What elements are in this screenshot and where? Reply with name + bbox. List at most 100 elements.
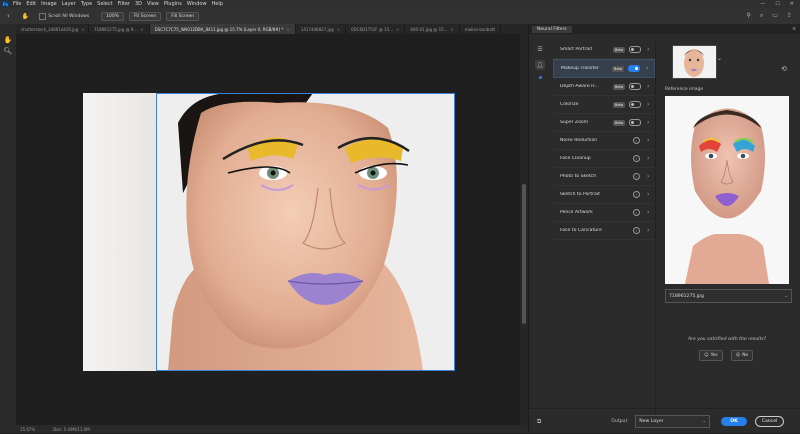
filter-toggle[interactable]	[629, 101, 641, 108]
menu-filter[interactable]: Filter	[118, 1, 130, 7]
info-icon[interactable]: i	[633, 191, 640, 198]
document-tab[interactable]: 1417446827.jpg ×	[296, 24, 347, 34]
fill-screen-button[interactable]: Fill Screen	[166, 11, 200, 21]
close-icon[interactable]: ×	[81, 27, 84, 32]
minimize-button[interactable]: —	[760, 1, 765, 7]
cancel-button[interactable]: Cancel	[754, 416, 785, 427]
panel-title[interactable]: Neural Filters	[532, 25, 572, 33]
menu-help[interactable]: Help	[212, 1, 223, 7]
hand-tool-icon[interactable]: ✋	[22, 13, 29, 20]
share-icon[interactable]: ⚲	[747, 12, 751, 20]
neural-filters-panel: Neural Filters ≡ ☰ 👤︎ Smart Portrait Bet…	[528, 24, 800, 433]
filter-face-cleanup[interactable]: Face Cleanup i ›	[553, 150, 655, 168]
close-button[interactable]: ✕	[790, 1, 794, 7]
all-filters-icon[interactable]: ☰	[535, 44, 545, 54]
filter-toggle[interactable]	[629, 46, 641, 53]
zoom-tool-icon[interactable]: 🔍︎	[0, 45, 16, 56]
reference-portrait	[665, 96, 789, 284]
tab-label: 718961275.jpg @ 9...	[94, 26, 138, 32]
reference-image[interactable]	[665, 96, 789, 284]
filter-label: Depth-Aware H...	[560, 84, 599, 89]
document-tab[interactable]: malise-banbott	[460, 24, 502, 34]
chevron-down-icon[interactable]: ⌄	[717, 55, 722, 62]
filter-toggle[interactable]	[629, 119, 641, 126]
filter-photo-to-sketch[interactable]: Photo to Sketch i ›	[553, 168, 655, 186]
close-icon[interactable]: ×	[396, 27, 399, 32]
portrait-filters-icon[interactable]: 👤︎	[535, 60, 545, 70]
chevron-right-icon: ›	[647, 209, 650, 216]
no-button[interactable]: ☹ No	[730, 350, 754, 361]
makeup-transfer-settings: ⌄ ⟲ Reference image 718961275.jpg ⌄ Are …	[661, 41, 796, 371]
menu-window[interactable]: Window	[187, 1, 207, 7]
home-chevron-icon[interactable]: ‹	[7, 12, 10, 20]
feedback-buttons: ☺ Yes ☹ No	[699, 350, 754, 361]
filter-list: Smart Portrait Beta › Makeup Transfer Be…	[553, 41, 655, 240]
filter-pencil-artwork[interactable]: Pencil Artwork i ›	[553, 204, 655, 222]
scrollbar-thumb[interactable]	[522, 184, 526, 324]
document-tab[interactable]: shutterstock_346914426.jpg ×	[16, 24, 89, 34]
yes-button[interactable]: ☺ Yes	[699, 350, 723, 361]
filter-label: Makeup Transfer	[561, 66, 599, 71]
document-tab-active[interactable]: DSC7C7C75_WA012DBA_8411.jpg @ 15.7% (Lay…	[149, 24, 296, 34]
menu-image[interactable]: Image	[41, 1, 57, 7]
info-icon[interactable]: i	[633, 227, 640, 234]
menu-edit[interactable]: Edit	[26, 1, 36, 7]
filter-depth-aware-haze[interactable]: Depth-Aware H... Beta ›	[553, 78, 655, 96]
hand-tool-icon[interactable]: ✋	[0, 34, 16, 45]
scroll-all-windows-checkbox[interactable]: Scroll All Windows	[39, 12, 89, 20]
filter-toggle[interactable]	[629, 83, 641, 90]
filter-makeup-transfer[interactable]: Makeup Transfer Beta ›	[553, 59, 655, 78]
filter-super-zoom[interactable]: Super Zoom Beta ›	[553, 114, 655, 132]
preview-toggle-icon[interactable]: ⧉	[537, 418, 541, 426]
active-indicator-dot	[538, 76, 542, 79]
chevron-right-icon: ›	[646, 65, 649, 72]
filter-colorize[interactable]: Colorize Beta ›	[553, 96, 655, 114]
filter-label: Colorize	[560, 102, 579, 107]
menu-3d[interactable]: 3D	[135, 1, 142, 7]
filter-toggle[interactable]	[628, 65, 640, 72]
info-icon[interactable]: i	[633, 137, 640, 144]
tab-label: 600-01.jpg @ 15...	[410, 26, 448, 32]
document-tab[interactable]: 718961275.jpg @ 9... ×	[89, 24, 150, 34]
source-thumbnail[interactable]	[672, 45, 717, 79]
close-icon[interactable]: ×	[450, 27, 453, 32]
info-icon[interactable]: i	[633, 209, 640, 216]
info-icon[interactable]: i	[633, 173, 640, 180]
ok-button[interactable]: OK	[721, 417, 747, 426]
close-icon[interactable]: ×	[337, 27, 340, 32]
canvas-scrollbar[interactable]	[520, 34, 528, 425]
menu-view[interactable]: View	[147, 1, 159, 7]
close-icon[interactable]: ×	[286, 27, 289, 32]
filter-label: Pencil Artwork	[560, 210, 593, 215]
beta-badge: Beta	[612, 119, 625, 126]
panel-header: Neural Filters ≡	[529, 24, 800, 34]
info-icon[interactable]: i	[633, 155, 640, 162]
document-tab[interactable]: 6DC6D1751F @ 15... ×	[346, 24, 406, 34]
fit-screen-button[interactable]: Fit Screen	[129, 11, 162, 21]
workspace-icon[interactable]: ▭	[772, 12, 778, 20]
close-icon[interactable]: ×	[140, 27, 143, 32]
menu-plugins[interactable]: Plugins	[164, 1, 182, 7]
menu-type[interactable]: Type	[81, 1, 92, 7]
menu-file[interactable]: File	[13, 1, 21, 7]
options-bar: ‹ ✋ Scroll All Windows 100% Fit Screen F…	[0, 8, 800, 25]
zoom-readout[interactable]: 15.67%	[20, 427, 35, 432]
menu-layer[interactable]: Layer	[62, 1, 76, 7]
panel-menu-icon[interactable]: ≡	[792, 27, 796, 32]
filter-face-to-caricature[interactable]: Face to Caricature i ›	[553, 222, 655, 240]
filter-noise-reduction[interactable]: Noise Reduction i ›	[553, 132, 655, 150]
reset-icon[interactable]: ⟲	[781, 65, 787, 73]
chevron-right-icon: ›	[647, 191, 650, 198]
document-tab[interactable]: 600-01.jpg @ 15... ×	[405, 24, 460, 34]
zoom-100-button[interactable]: 100%	[101, 11, 125, 21]
output-select[interactable]: New Layer ⌄	[635, 415, 711, 428]
menu-select[interactable]: Select	[97, 1, 112, 7]
search-icon[interactable]: ⌕	[760, 12, 763, 20]
chevron-right-icon: ›	[647, 173, 650, 180]
filter-sketch-to-portrait[interactable]: Sketch to Portrait i ›	[553, 186, 655, 204]
export-icon[interactable]: ⇪	[787, 12, 792, 20]
maximize-button[interactable]: ☐	[775, 1, 779, 7]
beta-badge: Beta	[612, 101, 625, 108]
filter-smart-portrait[interactable]: Smart Portrait Beta ›	[553, 41, 655, 59]
reference-file-select[interactable]: 718961275.jpg ⌄	[665, 289, 792, 303]
